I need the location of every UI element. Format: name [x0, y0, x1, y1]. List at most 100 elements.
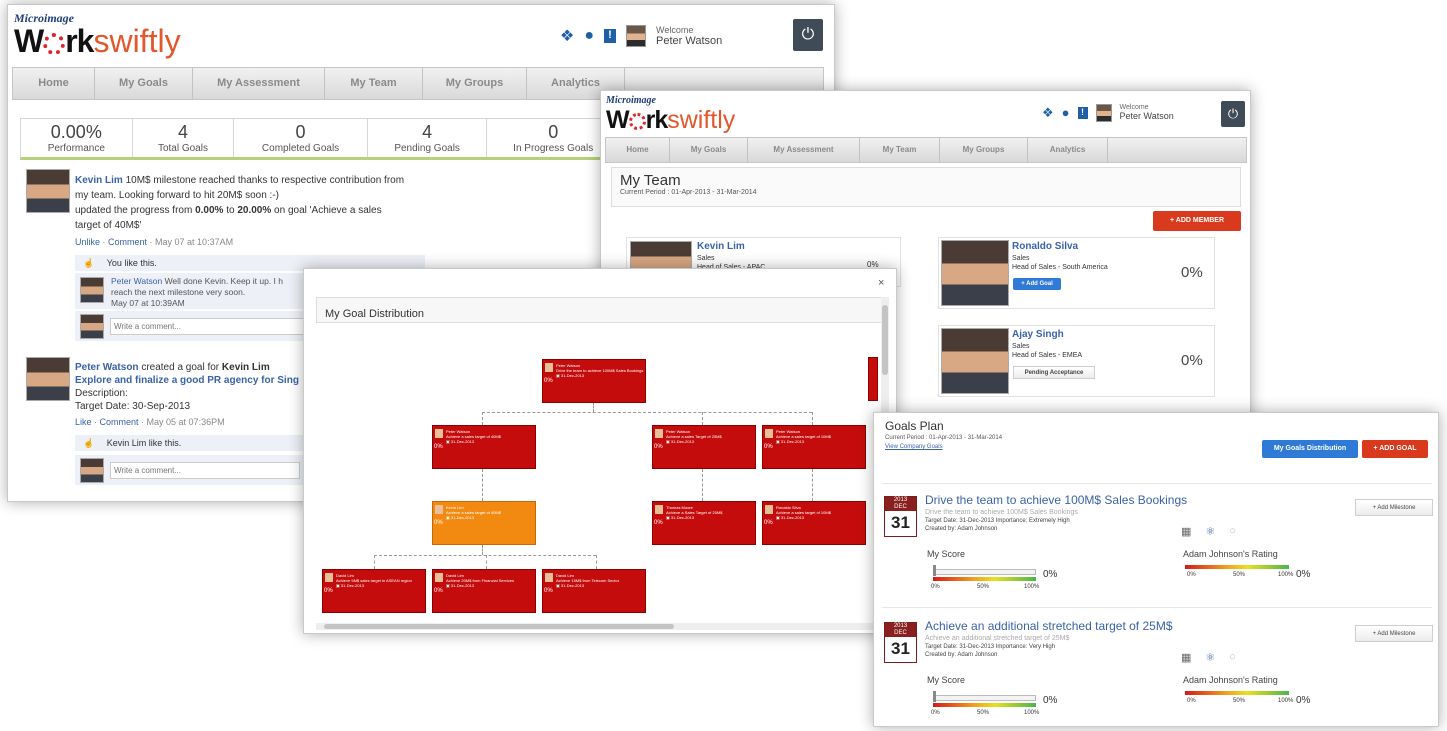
add-member-button[interactable]: + ADD MEMBER [1153, 211, 1241, 231]
power-button[interactable]: ⏻ [793, 19, 823, 51]
avatar[interactable] [26, 169, 70, 213]
node-text: Peter Watson Achieve a sales target of 10… [776, 429, 831, 444]
like-link[interactable]: Like [75, 417, 92, 427]
nav-my-team[interactable]: My Team [860, 138, 940, 162]
connector-line [702, 412, 703, 425]
goal-owner[interactable]: Kevin Lim [222, 362, 270, 373]
post-actions: Unlike · Comment · May 07 at 10:37AM [75, 237, 234, 247]
header-icons: ❖ ● ! Welcome Peter Watson [560, 25, 722, 47]
my-score-label: My Score [927, 675, 966, 685]
post-author[interactable]: Peter Watson [75, 362, 139, 373]
my-goals-distribution-button[interactable]: My Goals Distribution [1262, 440, 1358, 458]
logo-gear-icon [628, 112, 646, 130]
comment-input[interactable] [110, 318, 310, 335]
goal-node[interactable]: David Lim Achieve 5M$ sales target in ASE… [322, 569, 426, 613]
chat-icon[interactable]: ● [584, 27, 594, 45]
scale-label: 50% [977, 710, 990, 716]
nav-home[interactable]: Home [13, 68, 95, 99]
stat-value: 0 [295, 122, 306, 142]
logo[interactable]: Wrkswiftly [606, 106, 735, 135]
hierarchy-icon[interactable]: ⚛ [1205, 651, 1215, 664]
nav-my-groups[interactable]: My Groups [423, 68, 527, 99]
goal-node[interactable]: Peter Watson Achieve a sales target of 40… [432, 425, 536, 469]
user-name[interactable]: Peter Watson [1120, 111, 1174, 121]
nav-my-team[interactable]: My Team [325, 68, 423, 99]
member-score: 0% [1181, 264, 1203, 281]
scroll-thumb[interactable] [324, 624, 674, 629]
member-name[interactable]: Ajay Singh [1012, 329, 1064, 340]
nav-home[interactable]: Home [606, 138, 670, 162]
member-name[interactable]: Kevin Lim [697, 241, 745, 252]
node-score: 0% [434, 444, 443, 450]
post-actions: Like · Comment · May 05 at 07:36PM [75, 417, 225, 427]
avatar[interactable] [1095, 103, 1112, 122]
logo[interactable]: Wrkswiftly [14, 23, 181, 60]
slider-handle[interactable] [933, 565, 936, 576]
member-dept: Sales [1012, 255, 1030, 262]
comment-icon[interactable]: ○ [1229, 651, 1236, 664]
goal-node[interactable]: Peter Watson Drive the team to achieve 10… [542, 359, 646, 403]
score-scale-bar [933, 577, 1036, 581]
scroll-thumb[interactable] [882, 305, 888, 375]
goal-node[interactable]: David Lim Achieve 20M$ from Financial Ser… [432, 569, 536, 613]
score-slider[interactable] [933, 569, 1036, 575]
comment-input[interactable] [110, 462, 300, 479]
avatar[interactable] [26, 357, 70, 401]
goal-node[interactable]: Peter Watson Achieve a sales target of 10… [762, 425, 866, 469]
power-button[interactable]: ⏻ [1221, 101, 1245, 127]
avatar[interactable] [80, 277, 104, 303]
post-text: on goal 'Achieve a sales [274, 205, 382, 216]
add-milestone-button[interactable]: + Add Milestone [1355, 625, 1433, 642]
nav-analytics[interactable]: Analytics [1028, 138, 1108, 162]
people-icon[interactable]: ❖ [560, 26, 574, 46]
alert-icon[interactable]: ! [1077, 106, 1088, 119]
people-icon[interactable]: ❖ [1042, 105, 1054, 121]
post-author[interactable]: Kevin Lim [75, 175, 123, 186]
goal-link[interactable]: Explore and finalize a good PR agency fo… [75, 375, 299, 386]
header-icons: ❖ ● ! Welcome Peter Watson [1042, 103, 1174, 122]
user-name[interactable]: Peter Watson [656, 35, 722, 47]
member-name[interactable]: Ronaldo Silva [1012, 241, 1078, 252]
goal-node[interactable]: Ronaldo Silva Achieve a sales target of 1… [762, 501, 866, 545]
comment-icon[interactable]: ○ [1229, 525, 1236, 538]
score-slider[interactable] [933, 695, 1036, 701]
comment-link[interactable]: Comment [108, 237, 147, 247]
goal-item: 2013 DEC 31 Drive the team to achieve 100M$… [874, 493, 1438, 611]
avatar[interactable] [626, 25, 647, 47]
document-icon[interactable]: ▦ [1181, 525, 1191, 538]
member-card[interactable]: Ronaldo Silva Sales Head of Sales - Sout… [938, 237, 1215, 309]
alert-icon[interactable]: ! [604, 29, 617, 43]
nav-my-assessment[interactable]: My Assessment [193, 68, 325, 99]
goal-node[interactable]: David Lim Achieve 15M$ from Telecom Secto… [542, 569, 646, 613]
nav-my-assessment[interactable]: My Assessment [748, 138, 860, 162]
add-milestone-button[interactable]: + Add Milestone [1355, 499, 1433, 516]
document-icon[interactable]: ▦ [1181, 651, 1191, 664]
slider-handle[interactable] [933, 691, 936, 702]
member-card[interactable]: Ajay Singh Sales Head of Sales - EMEA Pe… [938, 325, 1215, 397]
goal-title[interactable]: Drive the team to achieve 100M$ Sales Bo… [925, 493, 1187, 507]
goal-node[interactable]: Kevin Lim Achieve a sales target of 40M$ ▣… [432, 501, 536, 545]
view-company-goals-link[interactable]: View Company Goals [885, 444, 943, 450]
comment-link[interactable]: Comment [100, 417, 139, 427]
goal-title[interactable]: Achieve an additional stretched target o… [925, 619, 1173, 633]
close-icon[interactable]: × [878, 277, 884, 289]
hierarchy-icon[interactable]: ⚛ [1205, 525, 1215, 538]
period-text: Current Period : 01-Apr-2013 - 31-Mar-20… [620, 189, 757, 196]
goal-node-partial[interactable] [868, 357, 878, 401]
nav-my-groups[interactable]: My Groups [940, 138, 1028, 162]
chat-icon[interactable]: ● [1062, 105, 1070, 120]
member-dept: Sales [697, 255, 715, 262]
unlike-link[interactable]: Unlike [75, 237, 100, 247]
goal-node[interactable]: Peter Watson Achieve a sales Target of 25… [652, 425, 756, 469]
avatar [941, 328, 1009, 394]
stat-label: Completed Goals [261, 143, 340, 154]
goal-node[interactable]: Thomas Moore Achieve a Sales Target of 25… [652, 501, 756, 545]
add-goal-button[interactable]: + Add Goal [1013, 278, 1061, 290]
nav-my-goals[interactable]: My Goals [95, 68, 193, 99]
comment-author[interactable]: Peter Watson [111, 276, 162, 286]
rating-value: 0% [1296, 569, 1311, 580]
add-goal-button[interactable]: + ADD GOAL [1362, 440, 1428, 458]
horizontal-scrollbar[interactable] [316, 623, 881, 630]
nav-my-goals[interactable]: My Goals [670, 138, 748, 162]
goal-created: Created by: Adam Johnson [925, 652, 998, 658]
